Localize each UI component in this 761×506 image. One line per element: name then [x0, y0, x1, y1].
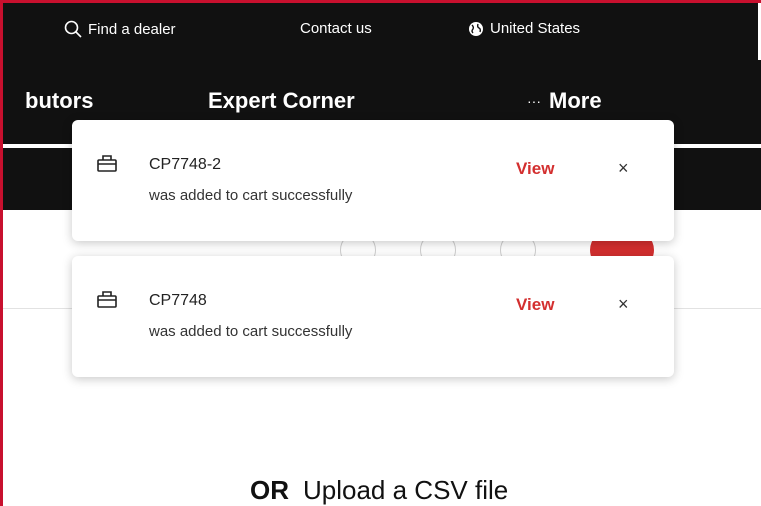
- nav-item-more-label: More: [549, 88, 602, 113]
- nav-item-distributors[interactable]: butors: [25, 88, 93, 114]
- toast-message: was added to cart successfully: [149, 323, 353, 340]
- view-cart-link[interactable]: View: [516, 159, 554, 179]
- close-icon[interactable]: ×: [618, 159, 629, 177]
- bag-icon: [97, 155, 117, 172]
- bag-icon: [97, 291, 117, 308]
- region-label: United States: [490, 20, 581, 37]
- region-selector[interactable]: United States: [468, 20, 580, 37]
- upload-or-label: OR: [250, 475, 289, 505]
- find-dealer-label: Find a dealer: [88, 20, 176, 38]
- toast-sku: CP7748-2: [149, 156, 222, 173]
- nav-item-expert-corner-label: Expert Corner: [208, 88, 355, 113]
- view-cart-link[interactable]: View: [516, 295, 554, 315]
- globe-icon: [469, 21, 483, 36]
- upload-csv-heading: OR Upload a CSV file: [250, 475, 508, 506]
- utility-bar: Find a dealer Contact us United States: [3, 3, 758, 60]
- toast-message: was added to cart successfully: [149, 187, 353, 204]
- toast-sku: CP7748: [149, 292, 207, 309]
- nav-item-distributors-label: butors: [25, 88, 94, 113]
- contact-us-link[interactable]: Contact us: [300, 20, 372, 37]
- cart-toast: CP7748 was added to cart successfully Vi…: [72, 256, 674, 377]
- nav-item-expert-corner[interactable]: Expert Corner: [208, 88, 355, 114]
- find-dealer-link[interactable]: Find a dealer: [64, 20, 176, 38]
- nav-item-more[interactable]: ··· More: [527, 88, 602, 114]
- cart-toast: CP7748-2 was added to cart successfully …: [72, 120, 674, 241]
- upload-csv-link[interactable]: Upload a CSV file: [303, 475, 508, 505]
- close-icon[interactable]: ×: [618, 295, 629, 313]
- more-dots-icon: ···: [527, 93, 541, 109]
- search-icon: [64, 20, 82, 38]
- contact-us-label: Contact us: [300, 20, 372, 37]
